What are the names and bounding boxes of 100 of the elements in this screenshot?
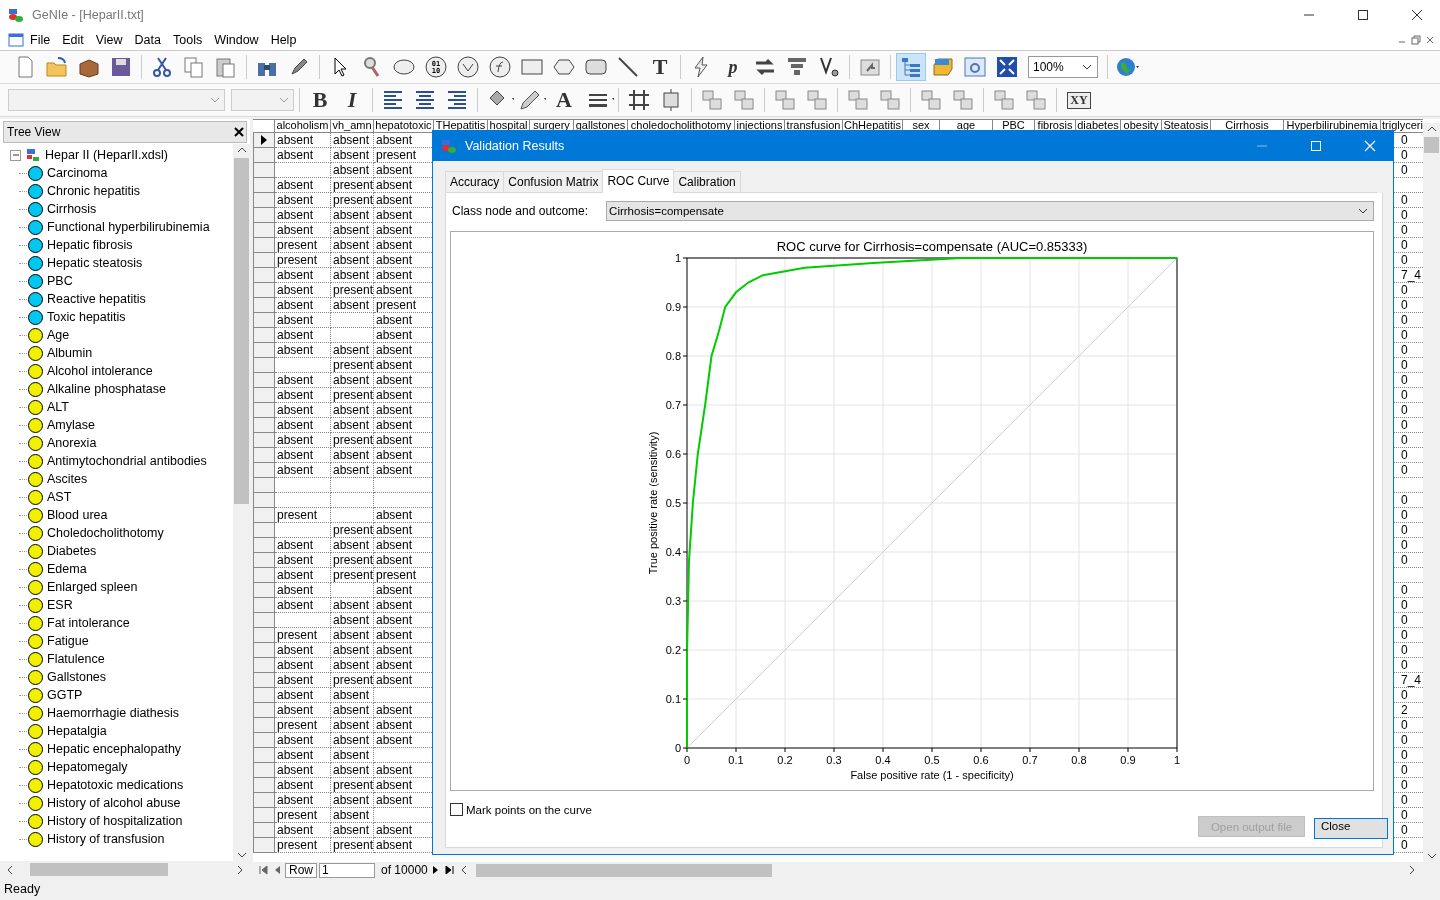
font-color-button[interactable]: A: [547, 86, 581, 114]
menu-item[interactable]: View: [89, 33, 129, 47]
zoom-dropdown[interactable]: 100%: [1028, 56, 1098, 78]
network-icon[interactable]: [25, 148, 41, 162]
tree-item[interactable]: ESR: [47, 598, 73, 612]
tree-item[interactable]: Antimytochondrial antibodies: [47, 454, 207, 468]
bold-button[interactable]: B: [305, 86, 335, 114]
tab[interactable]: Calibration: [673, 171, 741, 192]
tree-item[interactable]: Alcohol intolerance: [47, 364, 153, 378]
tree-item[interactable]: Amylase: [47, 418, 95, 432]
checkbox[interactable]: [450, 803, 463, 816]
restore-icon[interactable]: [1410, 34, 1422, 46]
tree-item[interactable]: Alkaline phosphatase: [47, 382, 166, 396]
menu-item[interactable]: Tools: [167, 33, 209, 47]
status-text: Ready: [4, 882, 41, 896]
app-icon[interactable]: [8, 7, 24, 23]
tree-item[interactable]: Hepatic encephalopathy: [47, 742, 182, 756]
row-header[interactable]: [253, 133, 275, 148]
app-icon[interactable]: [441, 138, 457, 154]
column-header[interactable]: alcoholism: [275, 119, 331, 133]
tree-item[interactable]: Anorexia: [47, 436, 97, 450]
tree-item[interactable]: Blood urea: [47, 508, 108, 522]
table-cell: absent: [275, 688, 331, 703]
tree-item[interactable]: Chronic hepatitis: [47, 184, 141, 198]
tree-item[interactable]: Cirrhosis: [47, 202, 97, 216]
table-cell: absent: [275, 328, 331, 343]
first-record-icon[interactable]: [257, 864, 269, 876]
tick-label: 0.7: [1022, 754, 1038, 766]
current-row-icon[interactable]: [259, 134, 269, 146]
table-cell: absent: [275, 463, 331, 478]
menu-item[interactable]: File: [24, 33, 57, 47]
tree-item[interactable]: Hepatomegaly: [47, 760, 128, 774]
tree-item[interactable]: Hepatic steatosis: [47, 256, 143, 270]
tree-item[interactable]: Reactive hepatitis: [47, 292, 146, 306]
table-cell: absent: [275, 283, 331, 298]
italic-button[interactable]: I: [337, 86, 367, 114]
scrollbar-thumb[interactable]: [30, 863, 168, 876]
menu-item[interactable]: Window: [208, 33, 265, 47]
table-cell: absent: [331, 343, 374, 358]
close-icon[interactable]: [1411, 9, 1423, 21]
xy-button[interactable]: XY: [1062, 86, 1096, 114]
scrollbar-thumb[interactable]: [1424, 137, 1439, 153]
scrollbar-thumb[interactable]: [475, 863, 772, 877]
table-cell: absent: [331, 823, 374, 838]
tree-item[interactable]: Enlarged spleen: [47, 580, 138, 594]
tree-item[interactable]: GGTP: [47, 688, 83, 702]
tree-item[interactable]: History of hospitalization: [47, 814, 183, 828]
table-cell: present: [331, 178, 374, 193]
tree-item[interactable]: Age: [47, 328, 70, 342]
column-header[interactable]: hepatotoxic: [374, 119, 434, 133]
tree-item[interactable]: Edema: [47, 562, 87, 576]
table-cell: absent: [275, 178, 331, 193]
tree-item[interactable]: Diabetes: [47, 544, 97, 558]
tree-item[interactable]: Toxic hepatitis: [47, 310, 126, 324]
tree-item[interactable]: Ascites: [47, 472, 88, 486]
table-cell: absent: [331, 628, 374, 643]
maximize-icon[interactable]: [1357, 9, 1369, 21]
table-cell: absent: [331, 253, 374, 268]
tick-label: 1: [674, 252, 681, 264]
table-cell: absent: [275, 433, 331, 448]
tab[interactable]: ROC Curve: [602, 169, 675, 193]
tree-item[interactable]: AST: [47, 490, 72, 504]
tree-item[interactable]: PBC: [47, 274, 73, 288]
tree-item[interactable]: Haemorrhagie diathesis: [47, 706, 179, 720]
row-field[interactable]: 1: [319, 862, 375, 878]
close-icon[interactable]: [232, 125, 246, 139]
last-record-icon[interactable]: [443, 864, 456, 876]
tree-item[interactable]: Flatulence: [47, 652, 105, 666]
scrollbar-thumb[interactable]: [234, 158, 249, 504]
tree-item[interactable]: Functional hyperbilirubinemia: [47, 220, 210, 234]
menu-item[interactable]: Data: [128, 33, 167, 47]
table-cell: [275, 358, 331, 373]
table-cell: present: [331, 433, 374, 448]
tree-item[interactable]: Fatigue: [47, 634, 89, 648]
tree-item[interactable]: Hepatalgia: [47, 724, 107, 738]
table-cell: absent: [275, 373, 331, 388]
tree-item[interactable]: Albumin: [47, 346, 93, 360]
dialog-button[interactable]: Close: [1314, 818, 1388, 839]
tab[interactable]: Accuracy: [445, 171, 505, 192]
text-tool-button[interactable]: T: [645, 53, 675, 81]
tick-label: 0.1: [665, 693, 681, 705]
tree-item[interactable]: Fat intolerance: [47, 616, 130, 630]
tree-item[interactable]: Choledocholithotomy: [47, 526, 164, 540]
tree-item[interactable]: Hepar II (HeparII.xdsl): [45, 148, 168, 162]
tree-item[interactable]: History of alcohol abuse: [47, 796, 181, 810]
class-dropdown[interactable]: Cirrhosis=compensate: [606, 201, 1374, 221]
tree-item[interactable]: Hepatotoxic medications: [47, 778, 184, 792]
checkbox-label[interactable]: Mark points on the curve: [466, 803, 592, 816]
tree-item[interactable]: Hepatic fibrosis: [47, 238, 133, 252]
chart-title: ROC curve for Cirrhosis=compensate (AUC=0.85333): [776, 239, 1088, 254]
tree-item[interactable]: Carcinoma: [47, 166, 108, 180]
tree-item[interactable]: ALT: [47, 400, 69, 414]
column-header[interactable]: triglyceri: [1381, 119, 1423, 133]
tree-item[interactable]: History of transfusion: [47, 832, 165, 846]
menu-item[interactable]: Help: [264, 33, 303, 47]
probability-button[interactable]: p: [718, 53, 748, 81]
document-icon[interactable]: [8, 32, 24, 48]
menu-item[interactable]: Edit: [56, 33, 90, 47]
tree-item[interactable]: Gallstones: [47, 670, 107, 684]
column-header[interactable]: vh_amn: [331, 119, 374, 133]
